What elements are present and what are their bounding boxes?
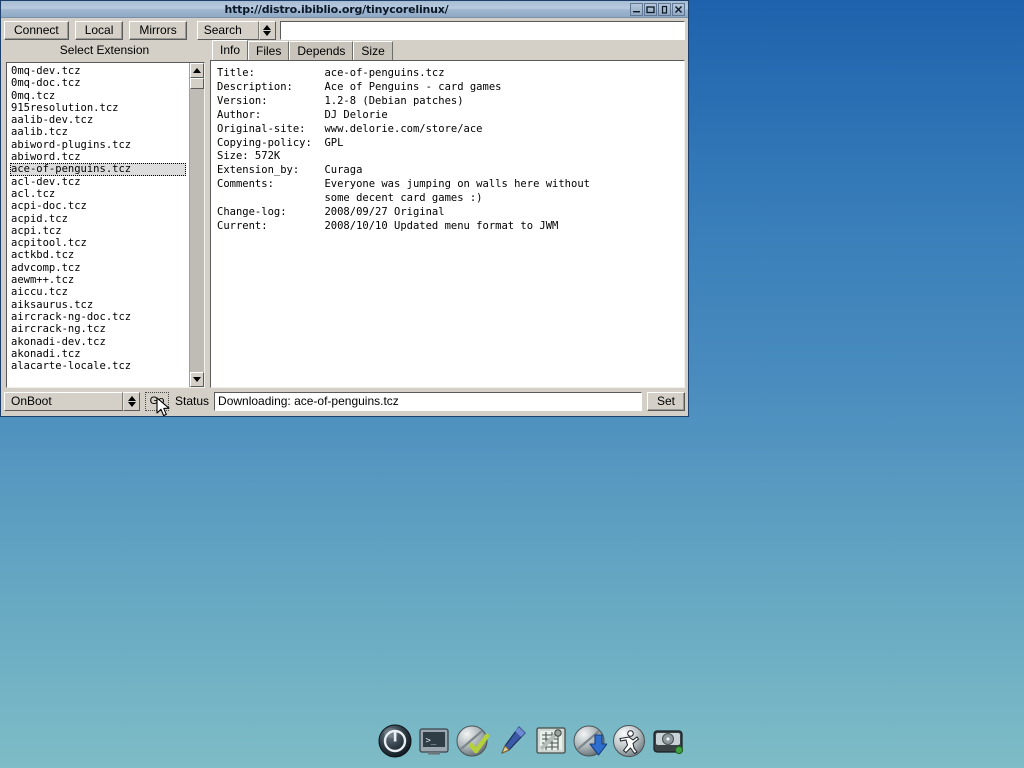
scroll-down-button[interactable] [190, 372, 204, 387]
svg-text:>_: >_ [426, 736, 437, 746]
list-item[interactable]: acpitool.tcz [10, 237, 189, 249]
list-item[interactable]: aiksaurus.tcz [10, 299, 189, 311]
list-item[interactable]: actkbd.tcz [10, 249, 189, 261]
apps-browser-icon[interactable] [612, 724, 646, 758]
list-item[interactable]: abiword-plugins.tcz [10, 139, 189, 151]
control-panel-icon[interactable] [534, 724, 568, 758]
scroll-up-button[interactable] [190, 63, 204, 78]
mount-disk-icon[interactable] [651, 724, 685, 758]
list-item[interactable]: 0mq-dev.tcz [10, 65, 189, 77]
mirrors-button[interactable]: Mirrors [129, 21, 186, 40]
list-item[interactable]: 0mq.tcz [10, 90, 189, 102]
list-vertical-scrollbar[interactable] [189, 63, 204, 387]
info-line: Author: DJ Delorie [217, 109, 678, 123]
go-button[interactable]: Go [145, 392, 169, 411]
window-titlebar[interactable]: http://distro.ibiblio.org/tinycorelinux/ [1, 1, 688, 18]
detail-tabs[interactable]: InfoFilesDependsSize [210, 40, 685, 61]
editor-pen-icon[interactable] [495, 724, 529, 758]
list-item[interactable]: acpid.tcz [10, 213, 189, 225]
info-line: Copying-policy: GPL [217, 137, 678, 151]
tab-depends[interactable]: Depends [289, 41, 353, 61]
spinner-arrows-icon[interactable] [259, 21, 276, 40]
scroll-thumb[interactable] [190, 78, 204, 89]
onboot-value: OnBoot [4, 392, 123, 411]
list-item[interactable]: 915resolution.tcz [10, 102, 189, 114]
list-item[interactable]: akonadi-dev.tcz [10, 336, 189, 348]
apps-check-icon[interactable] [456, 724, 490, 758]
info-line: Current: 2008/10/10 Updated menu format … [217, 220, 678, 234]
onboot-spinner-arrows-icon[interactable] [123, 392, 140, 411]
main-content: Select Extension 0mq-dev.tcz0mq-doc.tcz0… [1, 40, 688, 388]
search-mode-value: Search [197, 21, 259, 40]
list-item[interactable]: aalib.tcz [10, 126, 189, 138]
chevron-up-icon [128, 396, 136, 401]
tab-size[interactable]: Size [353, 41, 392, 61]
window-control-group [630, 3, 686, 16]
scroll-up-arrow-icon [193, 68, 201, 73]
list-item[interactable]: acpi-doc.tcz [10, 200, 189, 212]
power-icon[interactable] [378, 724, 412, 758]
shade-icon[interactable] [658, 3, 671, 16]
set-button[interactable]: Set [647, 392, 685, 411]
list-item[interactable]: akonadi.tcz [10, 348, 189, 360]
list-item[interactable]: 0mq-doc.tcz [10, 77, 189, 89]
app-browser-window: http://distro.ibiblio.org/tinycorelinux/… [0, 0, 689, 417]
scroll-track[interactable] [190, 78, 204, 372]
info-line: Description: Ace of Penguins - card game… [217, 81, 678, 95]
download-icon[interactable] [573, 724, 607, 758]
toolbar: Connect Local Mirrors Search [1, 18, 688, 40]
list-item[interactable]: abiword.tcz [10, 151, 189, 163]
list-item[interactable]: aalib-dev.tcz [10, 114, 189, 126]
maximize-icon[interactable] [644, 3, 657, 16]
search-input[interactable] [280, 21, 685, 40]
status-label: Status [175, 394, 209, 408]
list-item[interactable]: acl-dev.tcz [10, 176, 189, 188]
chevron-down-icon [263, 31, 271, 36]
list-item[interactable]: acl.tcz [10, 188, 189, 200]
terminal-icon[interactable]: >_ [417, 724, 451, 758]
statusbar: OnBoot Go Status Set [1, 390, 688, 412]
list-item[interactable]: aiccu.tcz [10, 286, 189, 298]
scroll-down-arrow-icon [193, 377, 201, 382]
extension-list-items[interactable]: 0mq-dev.tcz0mq-doc.tcz0mq.tcz915resoluti… [7, 63, 189, 387]
tab-info[interactable]: Info [212, 40, 248, 61]
list-item[interactable]: acpi.tcz [10, 225, 189, 237]
list-item[interactable]: advcomp.tcz [10, 262, 189, 274]
info-line: some decent card games :) [217, 192, 678, 206]
extension-list-pane: Select Extension 0mq-dev.tcz0mq-doc.tcz0… [4, 40, 205, 388]
local-button[interactable]: Local [75, 21, 124, 40]
window-title: http://distro.ibiblio.org/tinycorelinux/ [3, 3, 630, 16]
list-item[interactable]: aewm++.tcz [10, 274, 189, 286]
info-line: Change-log: 2008/09/27 Original [217, 206, 678, 220]
info-line: Version: 1.2-8 (Debian patches) [217, 95, 678, 109]
list-item[interactable]: aircrack-ng.tcz [10, 323, 189, 335]
close-icon[interactable] [672, 3, 685, 16]
chevron-up-icon [263, 25, 271, 30]
info-panel: Title: ace-of-penguins.tczDescription: A… [210, 60, 685, 388]
list-item[interactable]: ace-of-penguins.tcz [10, 163, 186, 175]
minimize-icon[interactable] [630, 3, 643, 16]
info-line: Comments: Everyone was jumping on walls … [217, 178, 678, 192]
info-line: Extension_by: Curaga [217, 164, 678, 178]
taskbar-dock: >_ [378, 724, 685, 758]
select-extension-header: Select Extension [4, 40, 205, 62]
list-item[interactable]: alacarte-locale.tcz [10, 360, 189, 372]
list-item[interactable]: aircrack-ng-doc.tcz [10, 311, 189, 323]
info-line: Size: 572K [217, 150, 678, 164]
info-line: Original-site: www.delorie.com/store/ace [217, 123, 678, 137]
info-line: Title: ace-of-penguins.tcz [217, 67, 678, 81]
extension-listbox[interactable]: 0mq-dev.tcz0mq-doc.tcz0mq.tcz915resoluti… [6, 62, 205, 388]
chevron-down-icon [128, 402, 136, 407]
connect-button[interactable]: Connect [4, 21, 69, 40]
onboot-combobox[interactable]: OnBoot [4, 392, 140, 411]
search-mode-combobox[interactable]: Search [197, 21, 276, 40]
tab-files[interactable]: Files [248, 41, 289, 61]
detail-pane: InfoFilesDependsSize Title: ace-of-pengu… [210, 40, 685, 388]
status-input[interactable] [214, 392, 642, 411]
